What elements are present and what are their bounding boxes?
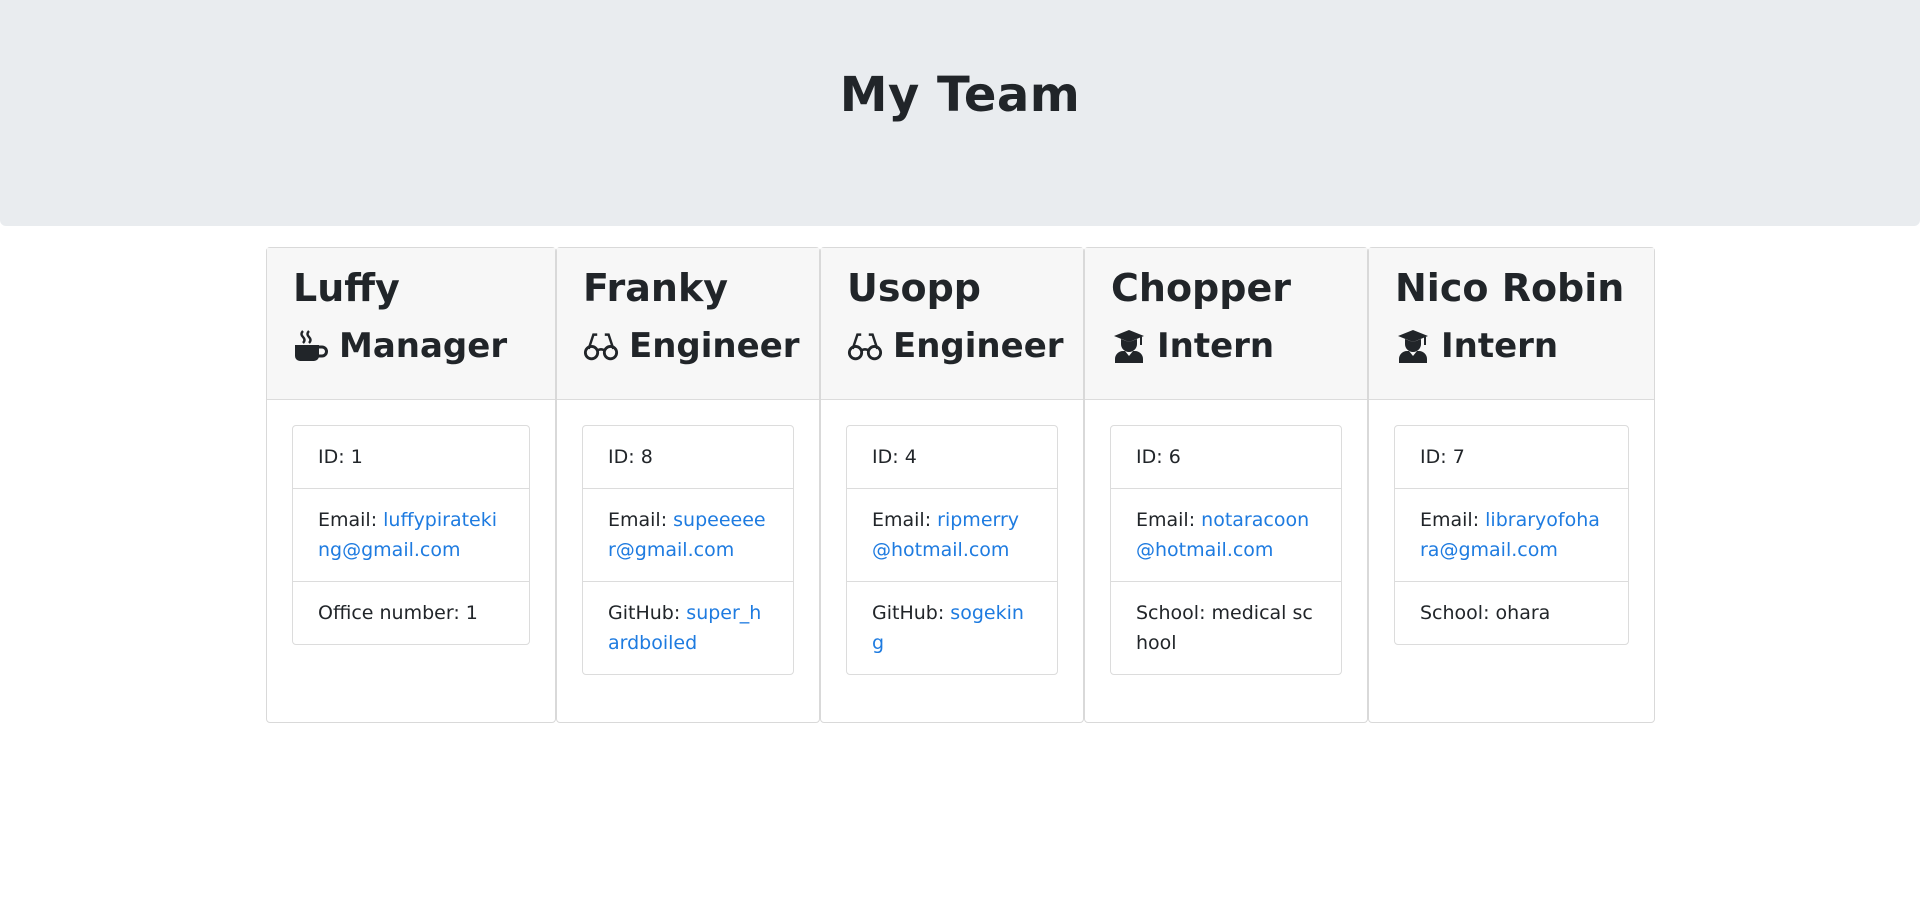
role-label: Intern (1441, 326, 1559, 366)
email-item: Email: ripmerry@hotmail.com (847, 489, 1057, 582)
email-label: Email: (1420, 509, 1486, 531)
id-item: ID: 7 (1395, 426, 1628, 489)
id-label: ID: (1136, 446, 1169, 468)
employee-role: Intern (1111, 324, 1367, 368)
role-label: Engineer (629, 326, 800, 366)
github-item: GitHub: super_hardboiled (583, 582, 793, 674)
employee-name: Chopper (1111, 266, 1291, 310)
card-header: Usopp Engineer (821, 248, 1083, 400)
email-item: Email: supeeeeer@gmail.com (583, 489, 793, 582)
id-label: ID: (318, 446, 351, 468)
graduate-icon (1395, 328, 1431, 364)
card-header: Nico Robin Intern (1369, 248, 1654, 400)
page-title: My Team (839, 67, 1081, 123)
glasses-icon (583, 328, 619, 364)
employee-name: Franky (583, 266, 729, 310)
employee-name: Luffy (293, 266, 400, 310)
employee-role: Manager (293, 324, 555, 368)
email-label: Email: (872, 509, 938, 531)
card-body: ID: 7 Email: libraryofohara@gmail.com Sc… (1369, 400, 1654, 670)
id-label: ID: (872, 446, 905, 468)
card-body: ID: 1 Email: luffypirateking@gmail.com O… (267, 400, 555, 670)
employee-card: Usopp Engineer ID: 4 Email: ripmerry@hot (820, 247, 1084, 723)
card-header: Luffy Manager (267, 248, 555, 400)
email-label: Email: (318, 509, 384, 531)
card-header: Franky Engineer (557, 248, 819, 400)
card-body: ID: 6 Email: notaracoon@hotmail.com Scho… (1085, 400, 1367, 700)
email-item: Email: libraryofohara@gmail.com (1395, 489, 1628, 582)
role-label: Intern (1157, 326, 1275, 366)
id-value: 6 (1168, 446, 1181, 468)
id-value: 7 (1452, 446, 1465, 468)
employee-card: Franky Engineer ID: 8 Email: supeeeeer@g (556, 247, 820, 723)
employee-role: Engineer (583, 324, 819, 368)
school-label: School: (1136, 602, 1212, 624)
graduate-icon (1111, 328, 1147, 364)
role-label: Engineer (893, 326, 1064, 366)
school-label: School: (1420, 602, 1496, 624)
info-list: ID: 6 Email: notaracoon@hotmail.com Scho… (1110, 425, 1342, 675)
id-item: ID: 8 (583, 426, 793, 489)
school-item: School: ohara (1395, 582, 1628, 644)
card-header: Chopper Intern (1085, 248, 1367, 400)
employee-name: Usopp (847, 266, 981, 310)
role-label: Manager (339, 326, 508, 366)
email-item: Email: luffypirateking@gmail.com (293, 489, 529, 582)
info-list: ID: 1 Email: luffypirateking@gmail.com O… (292, 425, 530, 645)
id-item: ID: 1 (293, 426, 529, 489)
card-body: ID: 4 Email: ripmerry@hotmail.com GitHub… (821, 400, 1083, 700)
school-item: School: medical school (1111, 582, 1341, 674)
github-item: GitHub: sogeking (847, 582, 1057, 674)
employee-card: Nico Robin Intern ID: 7 Email: libraryof… (1368, 247, 1655, 723)
info-list: ID: 4 Email: ripmerry@hotmail.com GitHub… (846, 425, 1058, 675)
id-value: 1 (350, 446, 363, 468)
info-list: ID: 8 Email: supeeeeer@gmail.com GitHub:… (582, 425, 794, 675)
github-label: GitHub: (872, 602, 951, 624)
school-value: ohara (1495, 602, 1551, 624)
email-item: Email: notaracoon@hotmail.com (1111, 489, 1341, 582)
id-label: ID: (1420, 446, 1453, 468)
office-item: Office number: 1 (293, 582, 529, 644)
email-label: Email: (1136, 509, 1202, 531)
office-label: Office number: (318, 602, 466, 624)
github-label: GitHub: (608, 602, 687, 624)
id-value: 8 (640, 446, 653, 468)
employee-role: Engineer (847, 324, 1083, 368)
employee-card: Luffy Manager ID: 1 Email: luffypirateki… (266, 247, 556, 723)
team-cards: Luffy Manager ID: 1 Email: luffypirateki… (266, 247, 1655, 723)
email-label: Email: (608, 509, 674, 531)
office-value: 1 (465, 602, 478, 624)
id-label: ID: (608, 446, 641, 468)
coffee-icon (293, 328, 329, 364)
id-item: ID: 4 (847, 426, 1057, 489)
id-item: ID: 6 (1111, 426, 1341, 489)
page-header: My Team (0, 0, 1920, 226)
glasses-icon (847, 328, 883, 364)
employee-name: Nico Robin (1395, 266, 1625, 310)
card-body: ID: 8 Email: supeeeeer@gmail.com GitHub:… (557, 400, 819, 700)
id-value: 4 (904, 446, 917, 468)
employee-card: Chopper Intern ID: 6 Email: notaracoon@h… (1084, 247, 1368, 723)
info-list: ID: 7 Email: libraryofohara@gmail.com Sc… (1394, 425, 1629, 645)
employee-role: Intern (1395, 324, 1654, 368)
